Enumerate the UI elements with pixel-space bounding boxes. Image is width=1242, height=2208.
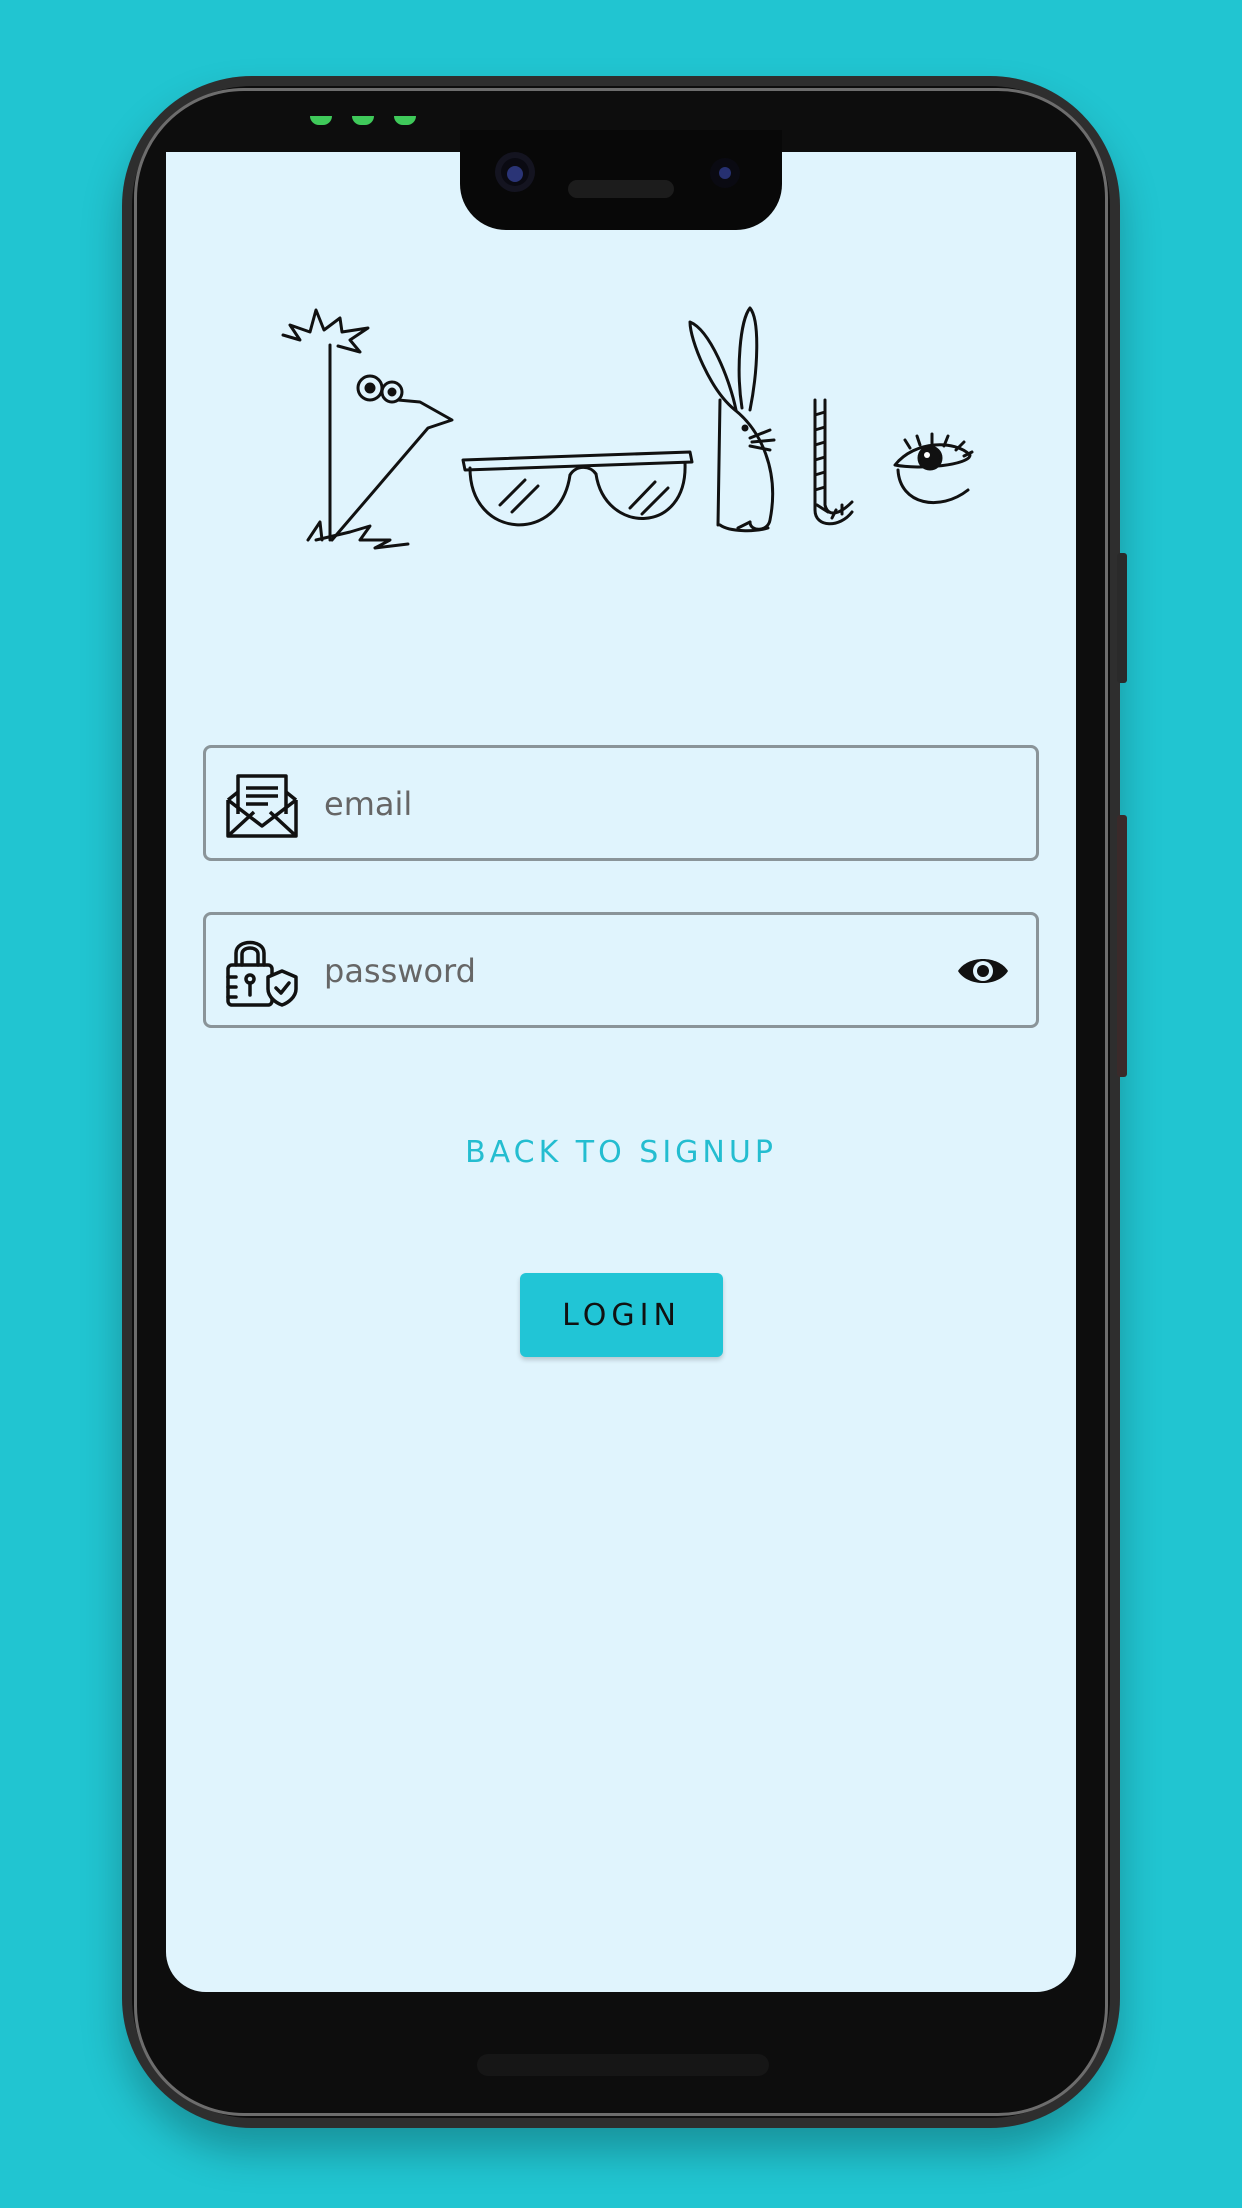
proximity-sensor bbox=[710, 158, 740, 188]
power-button bbox=[1117, 815, 1127, 1077]
padlock-shield-icon bbox=[226, 940, 298, 1007]
volume-button bbox=[1117, 553, 1127, 683]
home-indicator bbox=[477, 2054, 769, 2076]
logo-letter-l bbox=[813, 398, 854, 526]
login-button[interactable]: LOGIN bbox=[520, 1273, 723, 1357]
envelope-letter-icon bbox=[226, 774, 298, 838]
password-field[interactable] bbox=[203, 912, 1039, 1028]
email-input[interactable] bbox=[324, 774, 924, 834]
logo-bunny bbox=[688, 306, 776, 533]
logo-letter-d-creature bbox=[281, 308, 454, 550]
back-to-signup-link[interactable]: BACK TO SIGNUP bbox=[0, 1135, 1242, 1170]
front-camera bbox=[495, 152, 535, 192]
password-input[interactable] bbox=[324, 941, 924, 1001]
earpiece-speaker bbox=[568, 180, 674, 198]
doodle-logo bbox=[281, 306, 974, 550]
logo-glasses bbox=[461, 450, 694, 527]
eye-icon[interactable] bbox=[956, 951, 1010, 991]
logo-letter-e-eye bbox=[893, 432, 974, 505]
device-mockup: BACK TO SIGNUP LOGIN bbox=[0, 0, 1242, 2208]
email-field[interactable] bbox=[203, 745, 1039, 861]
